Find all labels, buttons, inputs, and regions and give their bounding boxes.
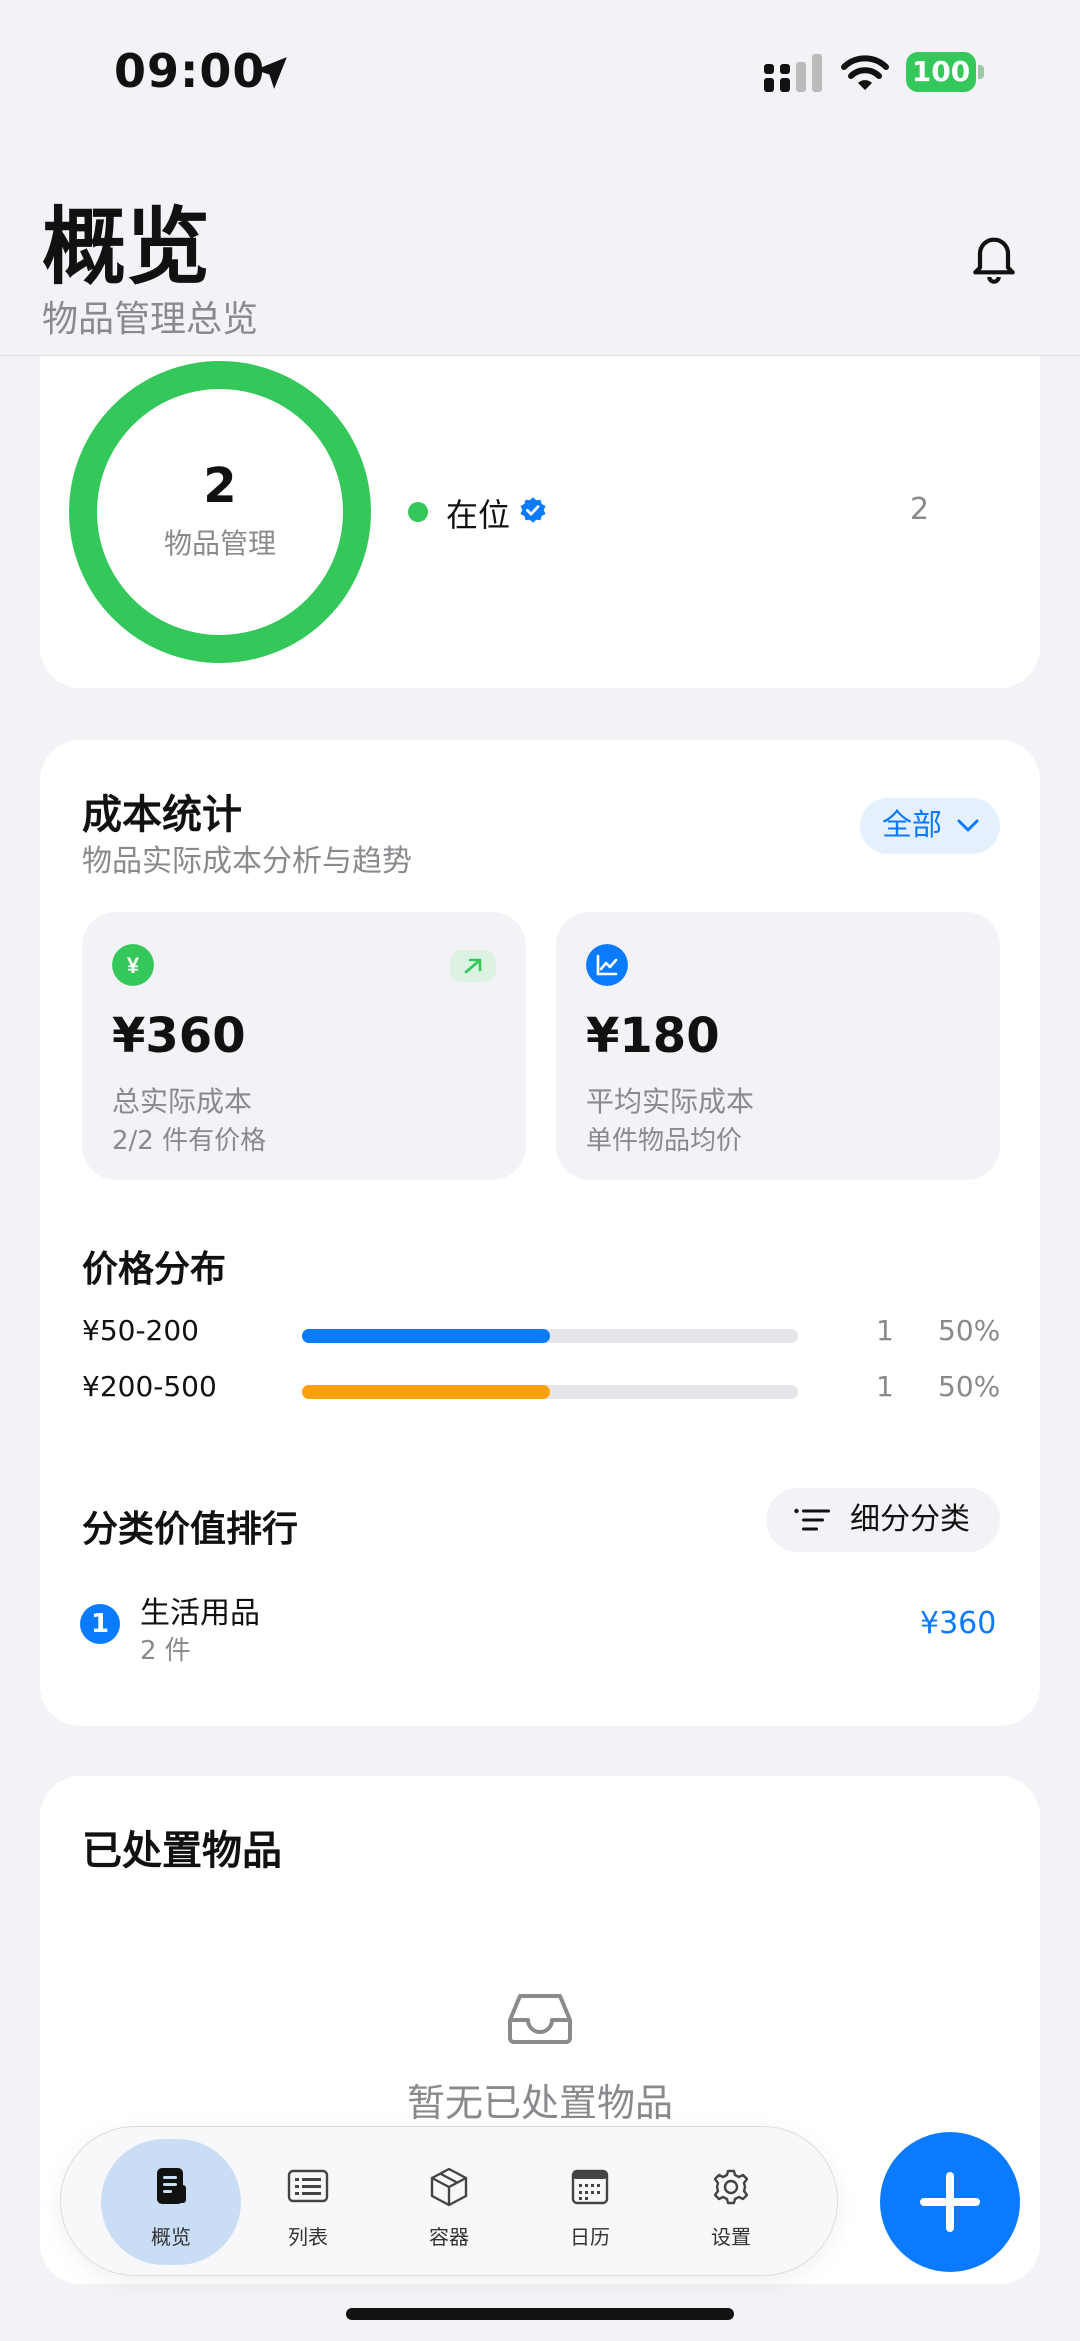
cellular-signal-icon <box>764 54 822 92</box>
yen-icon: ¥ <box>112 944 154 986</box>
chevron-down-icon <box>957 819 979 832</box>
average-cost-card[interactable]: ¥180 平均实际成本 单件物品均价 <box>556 912 1000 1180</box>
status-bar: 09:00 100 <box>0 0 1080 140</box>
average-cost-value: ¥180 <box>586 1008 720 1064</box>
tab-label: 日历 <box>570 2225 610 2249</box>
total-cost-note: 2/2 件有价格 <box>112 1126 267 1156</box>
filter-dropdown-button[interactable]: 全部 <box>860 798 1000 854</box>
price-range-count: 1 <box>876 1314 894 1347</box>
line-chart-icon <box>586 944 628 986</box>
tab-bar: 概览 列表 容器 日历 设置 <box>60 2126 838 2276</box>
price-range-fill <box>302 1385 550 1399</box>
tab-label: 概览 <box>151 2225 191 2249</box>
cost-statistics-card: 成本统计 物品实际成本分析与趋势 全部 ¥ ¥360 总实际成本 2/2 件有价… <box>40 740 1040 1726</box>
price-range-fill <box>302 1329 550 1343</box>
tab-settings[interactable]: 设置 <box>661 2139 801 2265</box>
rank-category-name[interactable]: 生活用品 <box>140 1588 260 1632</box>
total-cost-label: 总实际成本 <box>112 1085 253 1118</box>
tab-calendar[interactable]: 日历 <box>520 2139 660 2265</box>
tab-list[interactable]: 列表 <box>238 2139 378 2265</box>
average-cost-label: 平均实际成本 <box>586 1085 755 1118</box>
cost-subtitle: 物品实际成本分析与趋势 <box>82 844 412 879</box>
legend-count: 2 <box>910 492 930 527</box>
price-range-row: ¥50-200 1 50% <box>40 1314 1040 1354</box>
price-distribution-title: 价格分布 <box>82 1249 227 1290</box>
overview-doc-icon <box>157 2168 186 2204</box>
total-label: 物品管理 <box>163 527 276 560</box>
filter-label: 全部 <box>882 808 942 843</box>
page-subtitle: 物品管理总览 <box>42 299 259 340</box>
total-cost-value: ¥360 <box>112 1008 246 1064</box>
list-filter-icon <box>794 1508 830 1531</box>
subdivide-category-button[interactable]: 细分分类 <box>766 1488 1000 1552</box>
total-count: 2 <box>203 458 237 514</box>
tab-label: 容器 <box>429 2225 469 2249</box>
price-range-row: ¥200-500 1 50% <box>40 1370 1040 1410</box>
disposed-title: 已处置物品 <box>82 1828 282 1874</box>
legend-label: 在位 <box>446 496 511 534</box>
average-cost-note: 单件物品均价 <box>586 1126 743 1156</box>
location-arrow-icon <box>255 57 287 89</box>
cost-title: 成本统计 <box>82 792 242 838</box>
gear-icon <box>713 2169 749 2205</box>
price-range-track <box>302 1385 798 1399</box>
status-time: 09:00 <box>114 44 266 98</box>
price-range-percent: 50% <box>938 1314 1001 1347</box>
page-header: 概览 物品管理总览 <box>0 140 1080 356</box>
tab-containers[interactable]: 容器 <box>379 2139 519 2265</box>
legend-dot <box>408 502 428 522</box>
rank-category-value: ¥360 <box>920 1606 997 1641</box>
list-icon <box>287 2169 329 2203</box>
trend-up-icon <box>450 950 496 982</box>
total-cost-card[interactable]: ¥ ¥360 总实际成本 2/2 件有价格 <box>82 912 526 1180</box>
add-item-button[interactable] <box>880 2132 1020 2272</box>
overview-page: 09:00 100 概览 物品管理总览 2 物品管理 在位 2 成本统计 物品实… <box>0 0 1080 2341</box>
price-range-label: ¥50-200 <box>82 1314 199 1347</box>
rank-category-count: 2 件 <box>140 1636 191 1666</box>
plus-icon <box>920 2172 980 2232</box>
price-range-count: 1 <box>876 1370 894 1403</box>
category-ranking-title: 分类价值排行 <box>82 1509 299 1550</box>
price-range-percent: 50% <box>938 1370 1001 1403</box>
svg-text:¥: ¥ <box>127 953 140 978</box>
price-range-label: ¥200-500 <box>82 1370 217 1403</box>
home-indicator[interactable] <box>346 2308 734 2320</box>
tab-overview[interactable]: 概览 <box>101 2139 241 2265</box>
wifi-icon <box>841 55 889 90</box>
rank-number: 1 <box>80 1604 120 1644</box>
box-icon <box>430 2167 468 2207</box>
battery-icon: 100 <box>906 52 984 92</box>
tab-label: 设置 <box>711 2225 751 2249</box>
verified-badge-icon <box>520 497 546 523</box>
page-title: 概览 <box>42 198 211 296</box>
price-range-track <box>302 1329 798 1343</box>
subdivide-label: 细分分类 <box>850 1502 970 1537</box>
inbox-tray-icon <box>508 1994 572 2044</box>
empty-state-text: 暂无已处置物品 <box>406 2081 673 2125</box>
battery-level: 100 <box>906 52 976 92</box>
bell-icon[interactable] <box>966 228 1022 284</box>
status-overview-card: 2 物品管理 在位 2 <box>40 300 1040 688</box>
calendar-icon <box>571 2169 609 2205</box>
tab-label: 列表 <box>288 2225 328 2249</box>
